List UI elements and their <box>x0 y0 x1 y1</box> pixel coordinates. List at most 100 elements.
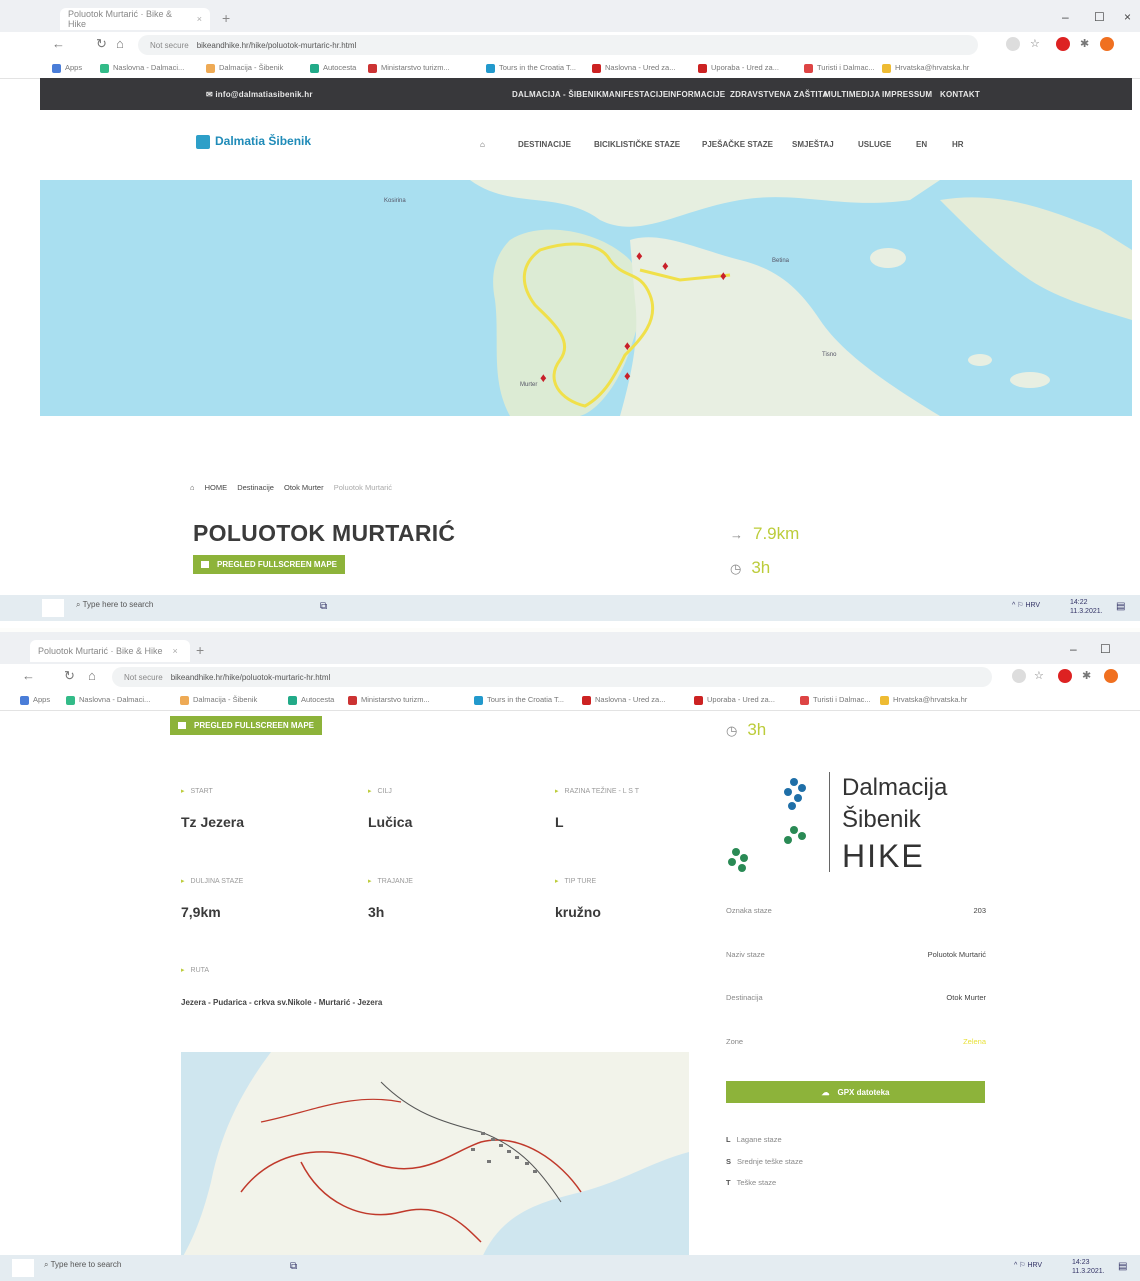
star-icon[interactable]: ☆ <box>1034 669 1044 682</box>
fullscreen-map-button[interactable]: PREGLED FULLSCREEN MAPE <box>193 555 346 574</box>
legend-item: L Lagane staze <box>726 1135 782 1144</box>
mainnav-item[interactable]: SMJEŠTAJ <box>792 140 834 149</box>
bookmark-item[interactable]: Tours in the Croatia T... <box>474 695 564 705</box>
adblock-icon[interactable] <box>1058 669 1072 683</box>
close-tab-icon[interactable]: × <box>173 646 178 656</box>
url-field[interactable]: Not secure bikeandhike.hr/hike/poluotok-… <box>138 35 978 55</box>
map-marker-icon[interactable]: ♦ <box>624 338 631 353</box>
task-view-icon[interactable]: ⧉ <box>290 1261 297 1272</box>
bookmark-item[interactable]: Dalmacija - Šibenik <box>180 695 257 705</box>
star-icon[interactable]: ☆ <box>1030 37 1040 50</box>
new-tab-icon[interactable]: + <box>196 642 204 658</box>
maximize-icon[interactable]: ☐ <box>1094 10 1105 24</box>
bookmark-item[interactable]: Autocesta <box>288 695 334 705</box>
topnav-item[interactable]: MULTIMEDIJA <box>824 90 880 99</box>
gpx-download-button[interactable]: ☁ GPX datoteka <box>726 1081 985 1103</box>
mainnav-item[interactable]: HR <box>952 140 964 149</box>
mainnav-item[interactable]: PJEŠAČKE STAZE <box>702 140 773 149</box>
start-button[interactable] <box>12 1259 34 1277</box>
taskbar-search[interactable]: ⌕ Type here to search <box>76 600 153 610</box>
map-marker-icon[interactable]: ♦ <box>624 368 631 383</box>
bookmark-item[interactable]: Naslovna - Dalmaci... <box>100 63 184 73</box>
bookmark-item[interactable]: Dalmacija - Šibenik <box>206 63 283 73</box>
site-logo[interactable]: Dalmatia Šibenik <box>196 134 311 149</box>
profile-avatar[interactable] <box>1100 37 1114 51</box>
topnav-item[interactable]: INFORMACIJE <box>668 90 725 99</box>
topographic-map-image[interactable] <box>181 1052 689 1260</box>
extension-icon[interactable] <box>1006 37 1020 51</box>
topnav-item[interactable]: MANIFESTACIJE <box>602 90 668 99</box>
home-icon[interactable]: ⌂ <box>190 483 195 492</box>
bookmark-item[interactable]: Hrvatska@hrvatska.hr <box>880 695 967 705</box>
new-tab-icon[interactable]: + <box>222 10 230 26</box>
extension-icon[interactable] <box>1012 669 1026 683</box>
topnav-item[interactable]: DALMACIJA - ŠIBENIK <box>512 90 602 99</box>
notification-icon[interactable]: ▤ <box>1118 1261 1127 1272</box>
bookmark-item[interactable]: Autocesta <box>310 63 356 73</box>
mainnav-item[interactable]: USLUGE <box>858 140 891 149</box>
reload-icon[interactable]: ↻ <box>64 668 75 684</box>
prop-row: Naziv staze Poluotok Murtarić <box>726 950 986 959</box>
breadcrumb-item[interactable]: HOME <box>205 483 228 492</box>
home-icon[interactable]: ⌂ <box>480 140 485 149</box>
browser-tab[interactable]: Poluotok Murtarić · Bike & Hike × <box>30 640 190 662</box>
email-link[interactable]: ✉ info@dalmatiasibenik.hr <box>206 90 313 99</box>
route-map[interactable]: Kosirina Betina Murter Tisno ♦ ♦ ♦ ♦ ♦ ♦ <box>40 180 1132 416</box>
adblock-icon[interactable] <box>1056 37 1070 51</box>
topnav-item[interactable]: ZDRAVSTVENA ZAŠTITA <box>730 90 828 99</box>
close-window-icon[interactable]: × <box>1124 10 1131 24</box>
home-browser-icon[interactable]: ⌂ <box>116 36 124 51</box>
maximize-icon[interactable]: ☐ <box>1100 642 1111 656</box>
clock[interactable]: 14:22 11.3.2021. <box>1070 598 1103 616</box>
browser-tab[interactable]: Poluotok Murtarić · Bike & Hike × <box>60 8 210 30</box>
puzzle-icon[interactable]: ✱ <box>1080 37 1089 50</box>
bookmark-item[interactable]: Hrvatska@hrvatska.hr <box>882 63 969 73</box>
bookmark-item[interactable]: Uporaba - Ured za... <box>698 63 779 73</box>
mainnav-item[interactable]: DESTINACIJE <box>518 140 571 149</box>
map-label: Betina <box>772 258 790 264</box>
logo-icon <box>196 134 210 149</box>
bookmark-item[interactable]: Naslovna - Ured za... <box>582 695 665 705</box>
fullscreen-map-button[interactable]: PREGLED FULLSCREEN MAPE <box>170 716 323 735</box>
notification-icon[interactable]: ▤ <box>1116 601 1125 612</box>
bookmark-item[interactable]: Naslovna - Dalmaci... <box>66 695 150 705</box>
bookmark-item[interactable]: Uporaba - Ured za... <box>694 695 775 705</box>
mainnav-item[interactable]: BICIKLISTIČKE STAZE <box>594 140 680 149</box>
clock[interactable]: 14:23 11.3.2021. <box>1072 1258 1105 1276</box>
profile-avatar[interactable] <box>1104 669 1118 683</box>
url-field[interactable]: Not secure bikeandhike.hr/hike/poluotok-… <box>112 667 992 687</box>
taskbar-search[interactable]: ⌕ Type here to search <box>44 1260 121 1270</box>
legend-item: S Srednje teške staze <box>726 1157 803 1166</box>
bookmark-item[interactable]: Tours in the Croatia T... <box>486 63 576 73</box>
not-secure-label: Not secure <box>124 672 163 682</box>
puzzle-icon[interactable]: ✱ <box>1082 669 1091 682</box>
minimize-icon[interactable]: – <box>1062 10 1069 24</box>
close-tab-icon[interactable]: × <box>197 14 202 24</box>
hike-logo-line1: Dalmacija <box>842 774 948 801</box>
start-button[interactable] <box>42 599 64 617</box>
back-icon[interactable]: ← <box>22 668 35 683</box>
start-value: Tz Jezera <box>181 814 245 830</box>
bookmark-item[interactable]: Apps <box>52 63 82 73</box>
breadcrumb-item[interactable]: Destinacije <box>237 483 274 492</box>
home-browser-icon[interactable]: ⌂ <box>88 668 96 683</box>
topnav-item[interactable]: IMPRESSUM <box>882 90 932 99</box>
map-marker-icon[interactable]: ♦ <box>720 268 727 283</box>
map-label: Murter <box>520 382 538 388</box>
bookmark-item[interactable]: Turisti i Dalmac... <box>800 695 871 705</box>
breadcrumb-item[interactable]: Otok Murter <box>284 483 324 492</box>
minimize-icon[interactable]: – <box>1070 642 1077 656</box>
mainnav-item[interactable]: EN <box>916 140 927 149</box>
bookmark-item[interactable]: Ministarstvo turizm... <box>368 63 450 73</box>
reload-icon[interactable]: ↻ <box>96 36 107 52</box>
bookmark-item[interactable]: Naslovna - Ured za... <box>592 63 675 73</box>
back-icon[interactable]: ← <box>52 36 65 51</box>
map-marker-icon[interactable]: ♦ <box>540 370 547 385</box>
task-view-icon[interactable]: ⧉ <box>320 601 327 612</box>
bookmark-item[interactable]: Apps <box>20 695 50 705</box>
map-marker-icon[interactable]: ♦ <box>636 248 643 263</box>
map-marker-icon[interactable]: ♦ <box>662 258 669 273</box>
bookmark-item[interactable]: Ministarstvo turizm... <box>348 695 430 705</box>
topnav-item[interactable]: KONTAKT <box>940 90 980 99</box>
bookmark-item[interactable]: Turisti i Dalmac... <box>804 63 875 73</box>
